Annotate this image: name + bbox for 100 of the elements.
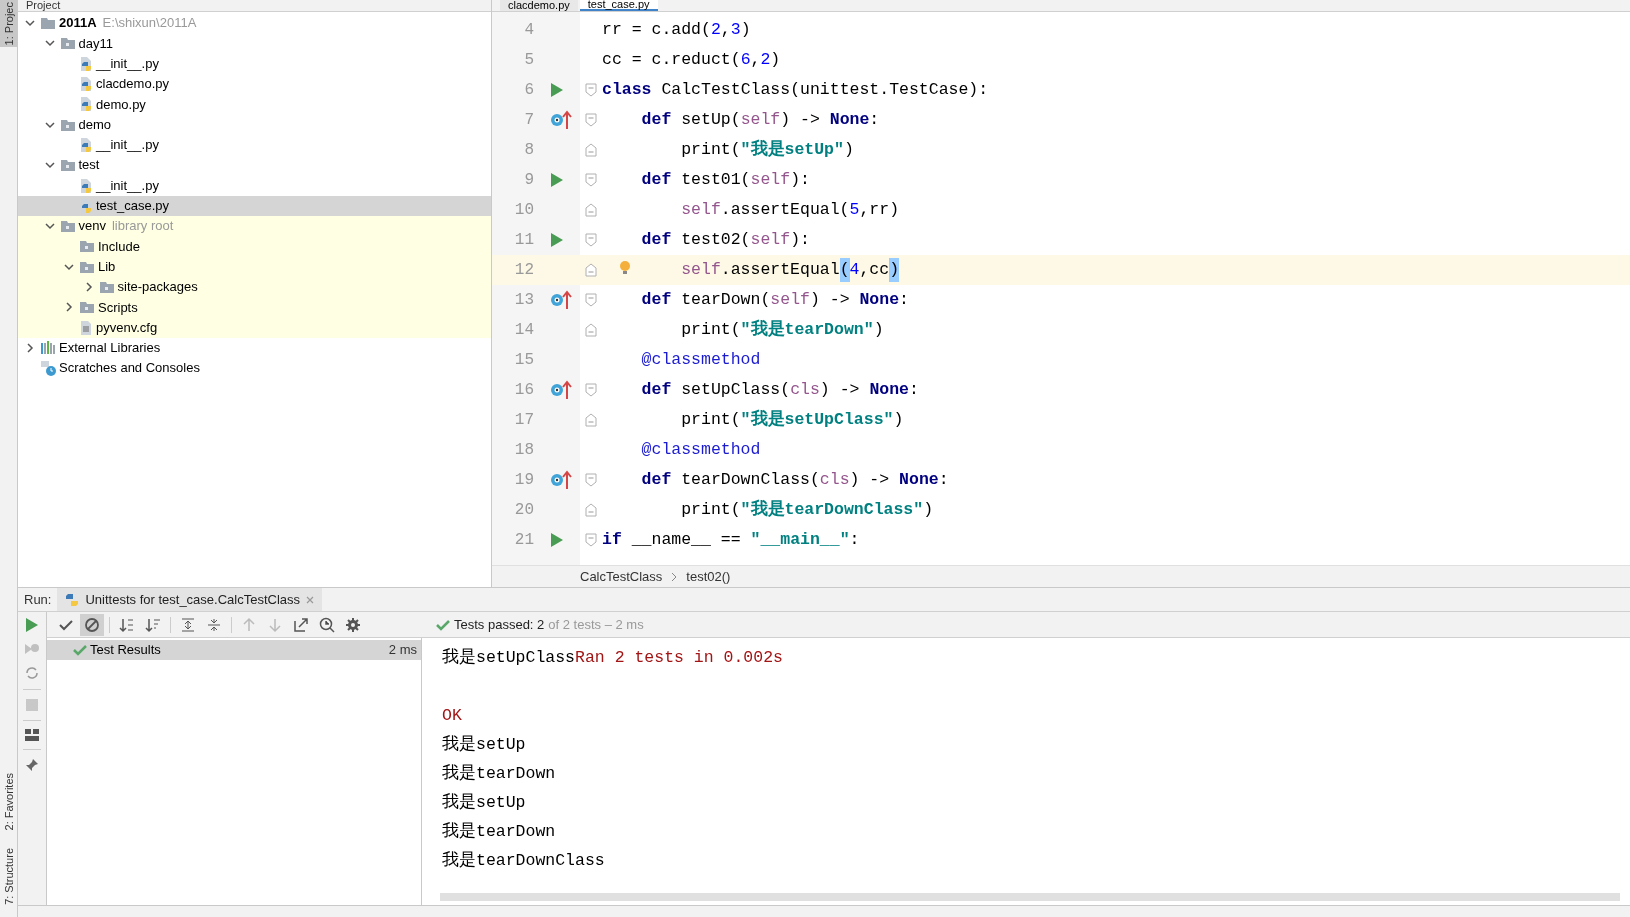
tree-item[interactable]: pyvenv.cfg: [18, 317, 491, 338]
matched-brace: (: [839, 257, 850, 283]
code-token: self: [740, 108, 781, 131]
pin-icon[interactable]: [25, 758, 39, 772]
tree-item[interactable]: test_case.py: [18, 195, 491, 216]
line-number: 8: [524, 140, 534, 161]
clock-search-icon: [319, 616, 335, 633]
tree-item[interactable]: venv library root: [18, 215, 491, 237]
code-token: "我是tearDown": [740, 318, 874, 341]
code-token: :: [869, 108, 880, 131]
tool-window-button[interactable]: 1: Projec: [0, 0, 17, 48]
fold-icon[interactable]: [585, 83, 597, 97]
code-token: tearDownClass(: [680, 468, 820, 491]
breadcrumb[interactable]: CalcTestClass: [580, 566, 663, 587]
fold-icon[interactable]: [585, 383, 597, 397]
tree-item[interactable]: Scratches and Consoles: [18, 358, 491, 379]
line-number: 14: [514, 320, 534, 341]
python-file-icon: [79, 197, 93, 214]
override-icon[interactable]: [550, 290, 572, 310]
fold-end-icon[interactable]: [585, 323, 597, 337]
code-token: "__main__": [750, 528, 850, 551]
folder-icon: [59, 35, 76, 52]
fold-icon[interactable]: [585, 113, 597, 127]
code-token: CalcTestClass(unittest.TestCase):: [660, 78, 989, 101]
tool-window-button[interactable]: 7: Structure: [0, 846, 17, 907]
check-icon: [73, 644, 87, 656]
tests-passed-text: Tests passed: 2: [454, 615, 545, 634]
tree-item[interactable]: test: [18, 155, 491, 176]
lightbulb-icon[interactable]: [618, 259, 632, 277]
code-token: setUpClass(: [680, 378, 791, 401]
code-token: :: [938, 468, 949, 491]
sort-list-icon: [145, 616, 161, 633]
text-file-icon: [79, 319, 93, 336]
editor-tab[interactable]: clacdemo.py: [500, 0, 578, 11]
fold-end-icon[interactable]: [585, 263, 597, 277]
fold-end-icon[interactable]: [585, 413, 597, 427]
override-icon[interactable]: [550, 470, 572, 490]
show-ignored-button[interactable]: [80, 613, 104, 636]
tree-item[interactable]: __init__.py: [18, 53, 491, 74]
stop-icon[interactable]: [25, 698, 39, 712]
code-token: :: [899, 288, 909, 311]
arrow-down-icon: [267, 616, 283, 633]
override-icon[interactable]: [550, 380, 572, 400]
breadcrumb[interactable]: test02(): [686, 566, 731, 587]
fold-icon[interactable]: [585, 233, 597, 247]
fold-icon[interactable]: [585, 533, 597, 547]
folder-icon: [40, 15, 56, 32]
run-icon[interactable]: [25, 617, 39, 633]
run-icon[interactable]: [550, 232, 564, 248]
run-icon[interactable]: [550, 532, 564, 548]
code-token: None: [899, 468, 939, 491]
line-number: 10: [514, 200, 534, 221]
python-file-icon: [79, 177, 93, 194]
fold-icon[interactable]: [585, 473, 597, 487]
code-token: ,: [750, 48, 761, 71]
code-editor[interactable]: [492, 12, 1630, 565]
horizontal-scrollbar[interactable]: [440, 893, 1620, 901]
sort-icon: [119, 616, 135, 633]
tree-item[interactable]: Scripts: [18, 297, 491, 318]
rerun-failed-icon[interactable]: [24, 641, 40, 657]
tree-item[interactable]: Include: [18, 236, 491, 257]
tree-item[interactable]: __init__.py: [18, 134, 491, 156]
tree-item[interactable]: day11: [18, 33, 491, 54]
tree-item[interactable]: Lib: [18, 256, 491, 277]
test-tree-item[interactable]: Test Results 2 ms: [47, 640, 421, 660]
tree-item[interactable]: 2011A E:\shixun\2011A: [18, 13, 491, 34]
tree-item[interactable]: demo.py: [18, 94, 491, 115]
fold-end-icon[interactable]: [585, 203, 597, 217]
code-token: ,cc: [859, 258, 890, 281]
code-token: ): [873, 318, 884, 341]
tool-window-button[interactable]: 2: Favorites: [0, 770, 17, 833]
tree-item[interactable]: External Libraries: [18, 337, 491, 359]
override-icon[interactable]: [550, 110, 572, 130]
code-token: print(: [681, 318, 741, 341]
code-token: ): [740, 18, 751, 41]
code-token: if: [602, 528, 622, 551]
fold-icon[interactable]: [585, 293, 597, 307]
panel-title[interactable]: Project: [26, 0, 61, 11]
python-file-icon: [79, 55, 93, 72]
run-icon[interactable]: [550, 82, 564, 98]
python-file-icon: [79, 76, 93, 93]
fold-end-icon[interactable]: [585, 143, 597, 157]
fold-end-icon[interactable]: [585, 503, 597, 517]
fold-icon[interactable]: [585, 173, 597, 187]
run-icon[interactable]: [550, 172, 564, 188]
refresh-icon[interactable]: [24, 665, 40, 681]
tree-item[interactable]: site-packages: [18, 276, 491, 298]
console-text: 我是setUpClass: [442, 647, 576, 670]
run-tab[interactable]: Unittests for test_case.CalcTestClass: [57, 588, 323, 611]
code-token: 5: [849, 198, 860, 221]
code-token: 6: [740, 48, 751, 71]
code-token: cls: [790, 378, 820, 401]
tree-item[interactable]: clacdemo.py: [18, 73, 491, 95]
code-token: def: [641, 468, 672, 491]
tree-item[interactable]: demo: [18, 114, 491, 135]
code-token: class: [602, 78, 652, 101]
code-token: .assertEqual: [720, 258, 840, 281]
tree-item[interactable]: __init__.py: [18, 175, 491, 196]
layout-icon[interactable]: [25, 729, 39, 741]
close-icon[interactable]: [306, 595, 315, 604]
